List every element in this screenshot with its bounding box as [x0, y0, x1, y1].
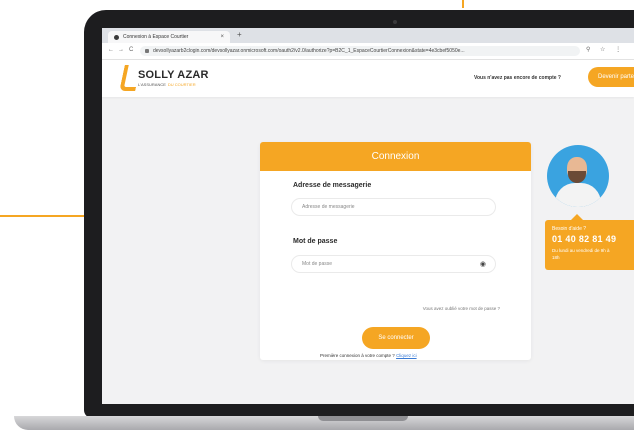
- become-partner-button[interactable]: Devenir partenaire: [588, 67, 634, 87]
- forward-arrow-icon[interactable]: →: [118, 47, 124, 53]
- show-password-eye-icon[interactable]: ◉: [480, 260, 486, 268]
- logo-tagline: L'ASSURANCE DU COURTIER: [138, 82, 196, 87]
- email-placeholder: Adresse de messagerie: [302, 204, 355, 210]
- browser-tab-bar: Connexion à Espace Courtier × +: [102, 28, 634, 43]
- password-placeholder: Mot de passe: [302, 261, 333, 267]
- support-avatar: [547, 145, 609, 207]
- close-tab-icon[interactable]: ×: [220, 34, 224, 40]
- laptop-base-notch: [318, 416, 408, 421]
- back-arrow-icon[interactable]: ←: [108, 47, 114, 53]
- new-tab-button[interactable]: +: [237, 30, 242, 39]
- help-box: Besoin d'aide ? 01 40 82 81 49 Du lundi …: [545, 214, 634, 270]
- address-url: devsollyazarb2clogin.com/devsollyazar.on…: [153, 48, 465, 54]
- logo-tagline-part-2: DU COURTIER: [167, 82, 196, 87]
- help-phone-number[interactable]: 01 40 82 81 49: [552, 234, 616, 244]
- first-login-question: Première connexion à votre compte ?: [320, 353, 395, 358]
- browser-tab[interactable]: Connexion à Espace Courtier ×: [108, 31, 230, 43]
- password-label: Mot de passe: [293, 238, 338, 245]
- password-field[interactable]: Mot de passe ◉: [291, 255, 496, 273]
- email-field[interactable]: Adresse de messagerie: [291, 198, 496, 216]
- login-submit-button[interactable]: Se connecter: [362, 327, 430, 349]
- first-login-text: Première connexion à votre compte ? Cliq…: [320, 353, 417, 358]
- favicon-icon: [114, 34, 119, 40]
- help-question: Besoin d'aide ?: [552, 226, 587, 232]
- reload-icon[interactable]: C: [129, 47, 133, 53]
- login-title: Connexion: [260, 142, 531, 171]
- logo-tagline-part-1: L'ASSURANCE: [138, 82, 166, 87]
- browser-toolbar-icons[interactable]: ⚲ ☆ ⋮: [586, 46, 625, 53]
- laptop-camera: [393, 20, 397, 24]
- avatar-body: [555, 183, 601, 207]
- browser-toolbar: ← → C devsollyazarb2clogin.com/devsollya…: [102, 43, 634, 60]
- decorative-line-left: [0, 215, 96, 217]
- login-card: Connexion Adresse de messagerie Adresse …: [260, 142, 531, 360]
- signup-question: Vous n'avez pas encore de compte ?: [474, 75, 561, 81]
- tab-title: Connexion à Espace Courtier: [123, 34, 189, 40]
- laptop-screen: Connexion à Espace Courtier × + ← → C de…: [102, 28, 634, 404]
- logo-text: SOLLY AZAR: [138, 69, 209, 81]
- decorative-line-top: [462, 0, 464, 8]
- email-label: Adresse de messagerie: [293, 182, 372, 189]
- help-hours: Du lundi au vendredi de 9h à 18h: [552, 248, 610, 260]
- lock-icon: [145, 49, 149, 53]
- first-login-link[interactable]: Cliquez ici: [396, 353, 417, 358]
- forgot-password-link[interactable]: Vous avez oublié votre mot de passe ?: [380, 306, 500, 311]
- site-header: SOLLY AZAR L'ASSURANCE DU COURTIER Vous n…: [102, 60, 634, 97]
- avatar-beard: [568, 171, 586, 183]
- address-bar[interactable]: devsollyazarb2clogin.com/devsollyazar.on…: [140, 46, 580, 56]
